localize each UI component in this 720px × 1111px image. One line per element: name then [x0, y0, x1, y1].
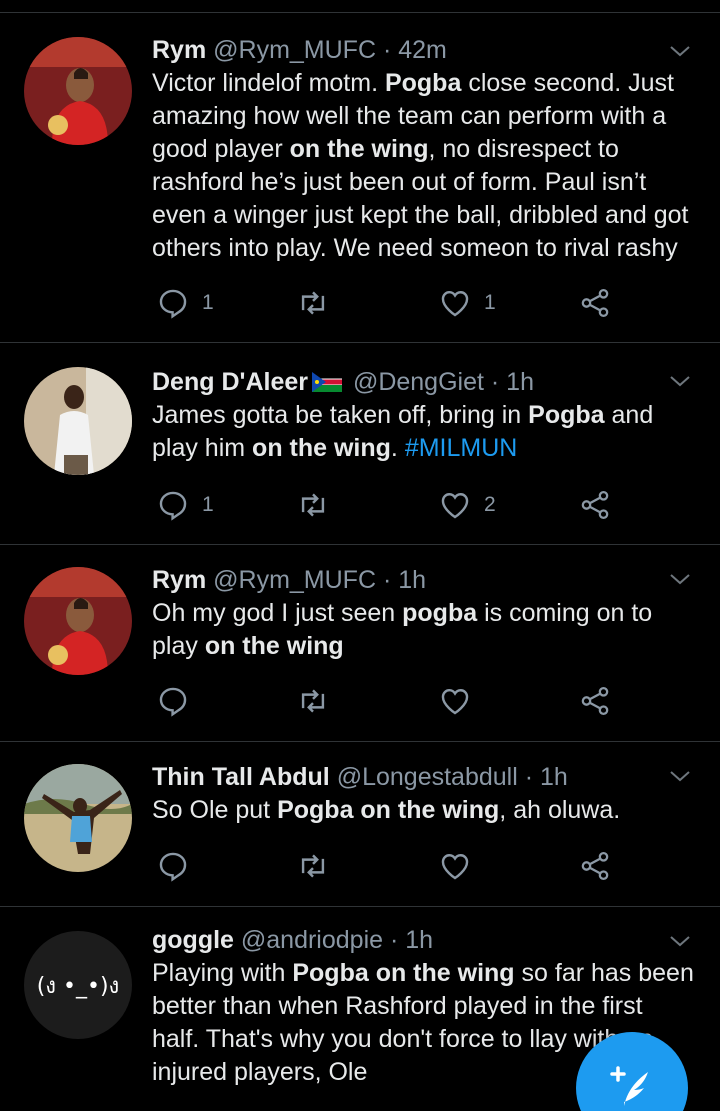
user-handle[interactable]: @DengGiet: [353, 368, 484, 396]
highlighted-text: Pogba: [384, 69, 462, 97]
highlighted-text: Pogba on the wing: [292, 959, 515, 987]
like-icon: [441, 291, 469, 317]
tweet-actions: [152, 846, 622, 886]
text-segment: Oh my god I just seen: [152, 599, 403, 627]
avatar[interactable]: [24, 367, 132, 475]
reply-button[interactable]: [156, 846, 190, 886]
tweet-text: Oh my god I just seen pogba is coming on…: [152, 597, 696, 663]
chevron-down-icon[interactable]: [668, 764, 692, 788]
tweet-header: Thin Tall Abdul @Longestabdull · 1h: [152, 762, 696, 792]
retweet-button[interactable]: [296, 485, 342, 525]
reply-button[interactable]: 1: [156, 485, 214, 525]
highlighted-text: Pogba: [528, 401, 605, 429]
retweet-icon: [301, 291, 325, 315]
avatar[interactable]: (ง •_•)ง: [24, 931, 132, 1039]
tweet-2[interactable]: Deng D'Aleer @DengGiet · 1h James gotta …: [0, 343, 720, 545]
like-count: 2: [484, 493, 496, 516]
share-icon: [581, 686, 609, 716]
tweet-header: Deng D'Aleer @DengGiet · 1h: [152, 367, 696, 397]
share-button[interactable]: [578, 283, 612, 323]
retweet-button[interactable]: [296, 681, 330, 721]
reply-icon: [159, 687, 187, 717]
tweet-actions: [152, 681, 622, 721]
display-name[interactable]: Rym: [152, 36, 206, 64]
avatar-emoticon: (ง •_•)ง: [36, 973, 120, 999]
hashtag-link[interactable]: #MILMUN: [405, 434, 518, 462]
share-button[interactable]: [578, 485, 612, 525]
highlighted-text: Pogba on the wing: [277, 796, 500, 824]
reply-button[interactable]: 1: [156, 283, 214, 323]
tweet-header: goggle @andriodpie · 1h: [152, 925, 696, 955]
like-icon: [441, 854, 469, 880]
user-handle[interactable]: @Longestabdull: [337, 763, 518, 791]
user-handle[interactable]: @Rym_MUFC: [213, 36, 376, 64]
highlighted-text: pogba: [402, 599, 478, 627]
chevron-down-icon[interactable]: [668, 929, 692, 953]
reply-button[interactable]: [156, 681, 202, 721]
highlighted-text: on the wing: [289, 135, 429, 163]
tweet-4[interactable]: Thin Tall Abdul @Longestabdull · 1h So O…: [0, 742, 720, 907]
retweet-button[interactable]: [296, 283, 342, 323]
tweet-header: Rym @Rym_MUFC · 1h: [152, 565, 696, 595]
chevron-down-icon[interactable]: [668, 39, 692, 63]
like-button[interactable]: 2: [438, 485, 496, 525]
tweet-text: So Ole put Pogba on the wing, ah oluwa.: [152, 794, 696, 827]
share-button[interactable]: [578, 846, 612, 886]
text-segment: .: [390, 434, 405, 462]
tweet-text: James gotta be taken off, bring in Pogba…: [152, 399, 696, 465]
share-icon: [581, 490, 609, 520]
avatar[interactable]: [24, 567, 132, 675]
share-icon: [581, 851, 609, 881]
user-handle[interactable]: @andriodpie: [241, 926, 383, 954]
reply-icon: [159, 852, 187, 882]
avatar[interactable]: [24, 764, 132, 872]
text-segment: Victor lindelof motm.: [152, 69, 385, 97]
retweet-icon: [301, 854, 325, 878]
text-segment: , ah oluwa.: [499, 796, 621, 824]
timestamp[interactable]: · 1h: [383, 566, 426, 594]
share-button[interactable]: [578, 681, 612, 721]
compose-tweet-icon: [610, 1066, 648, 1106]
reply-count: 1: [202, 291, 214, 314]
tweet-3[interactable]: Rym @Rym_MUFC · 1h Oh my god I just seen…: [0, 545, 720, 742]
reply-count: 1: [202, 493, 214, 516]
display-name[interactable]: Rym: [152, 566, 206, 594]
retweet-button[interactable]: [296, 846, 330, 886]
display-name[interactable]: Thin Tall Abdul: [152, 763, 330, 791]
avatar[interactable]: [24, 37, 132, 145]
tweet-actions: 1 2: [152, 485, 622, 525]
display-name[interactable]: goggle: [152, 926, 234, 954]
highlighted-text: on the wing: [252, 434, 391, 462]
tweet-header: Rym @Rym_MUFC · 42m: [152, 35, 696, 65]
user-handle[interactable]: @Rym_MUFC: [213, 566, 376, 594]
like-button[interactable]: 1: [438, 283, 496, 323]
share-icon: [581, 288, 609, 318]
highlighted-text: on the wing: [204, 632, 344, 660]
like-count: 1: [484, 291, 496, 314]
tweet-actions: 1 1: [152, 283, 622, 323]
text-segment: James gotta be taken off, bring in: [152, 401, 529, 429]
text-segment: Playing with: [152, 959, 293, 987]
text-segment: So Ole put: [152, 796, 278, 824]
reply-icon: [159, 491, 187, 521]
chevron-down-icon[interactable]: [668, 369, 692, 393]
reply-icon: [159, 289, 187, 319]
tweet-text: Victor lindelof motm. Pogba close second…: [152, 67, 696, 265]
timestamp[interactable]: · 42m: [383, 36, 447, 64]
chevron-down-icon[interactable]: [668, 567, 692, 591]
retweet-icon: [301, 493, 325, 517]
like-icon: [441, 493, 469, 519]
like-button[interactable]: [438, 846, 472, 886]
timestamp[interactable]: · 1h: [525, 763, 568, 791]
display-name[interactable]: Deng D'Aleer: [152, 368, 308, 396]
timestamp[interactable]: · 1h: [390, 926, 433, 954]
south-sudan-flag-icon: [311, 372, 342, 392]
tweet-1[interactable]: Rym @Rym_MUFC · 42m Victor lindelof motm…: [0, 13, 720, 343]
retweet-icon: [301, 689, 325, 713]
like-button[interactable]: [438, 681, 472, 721]
like-icon: [441, 689, 469, 715]
timestamp[interactable]: · 1h: [491, 368, 534, 396]
